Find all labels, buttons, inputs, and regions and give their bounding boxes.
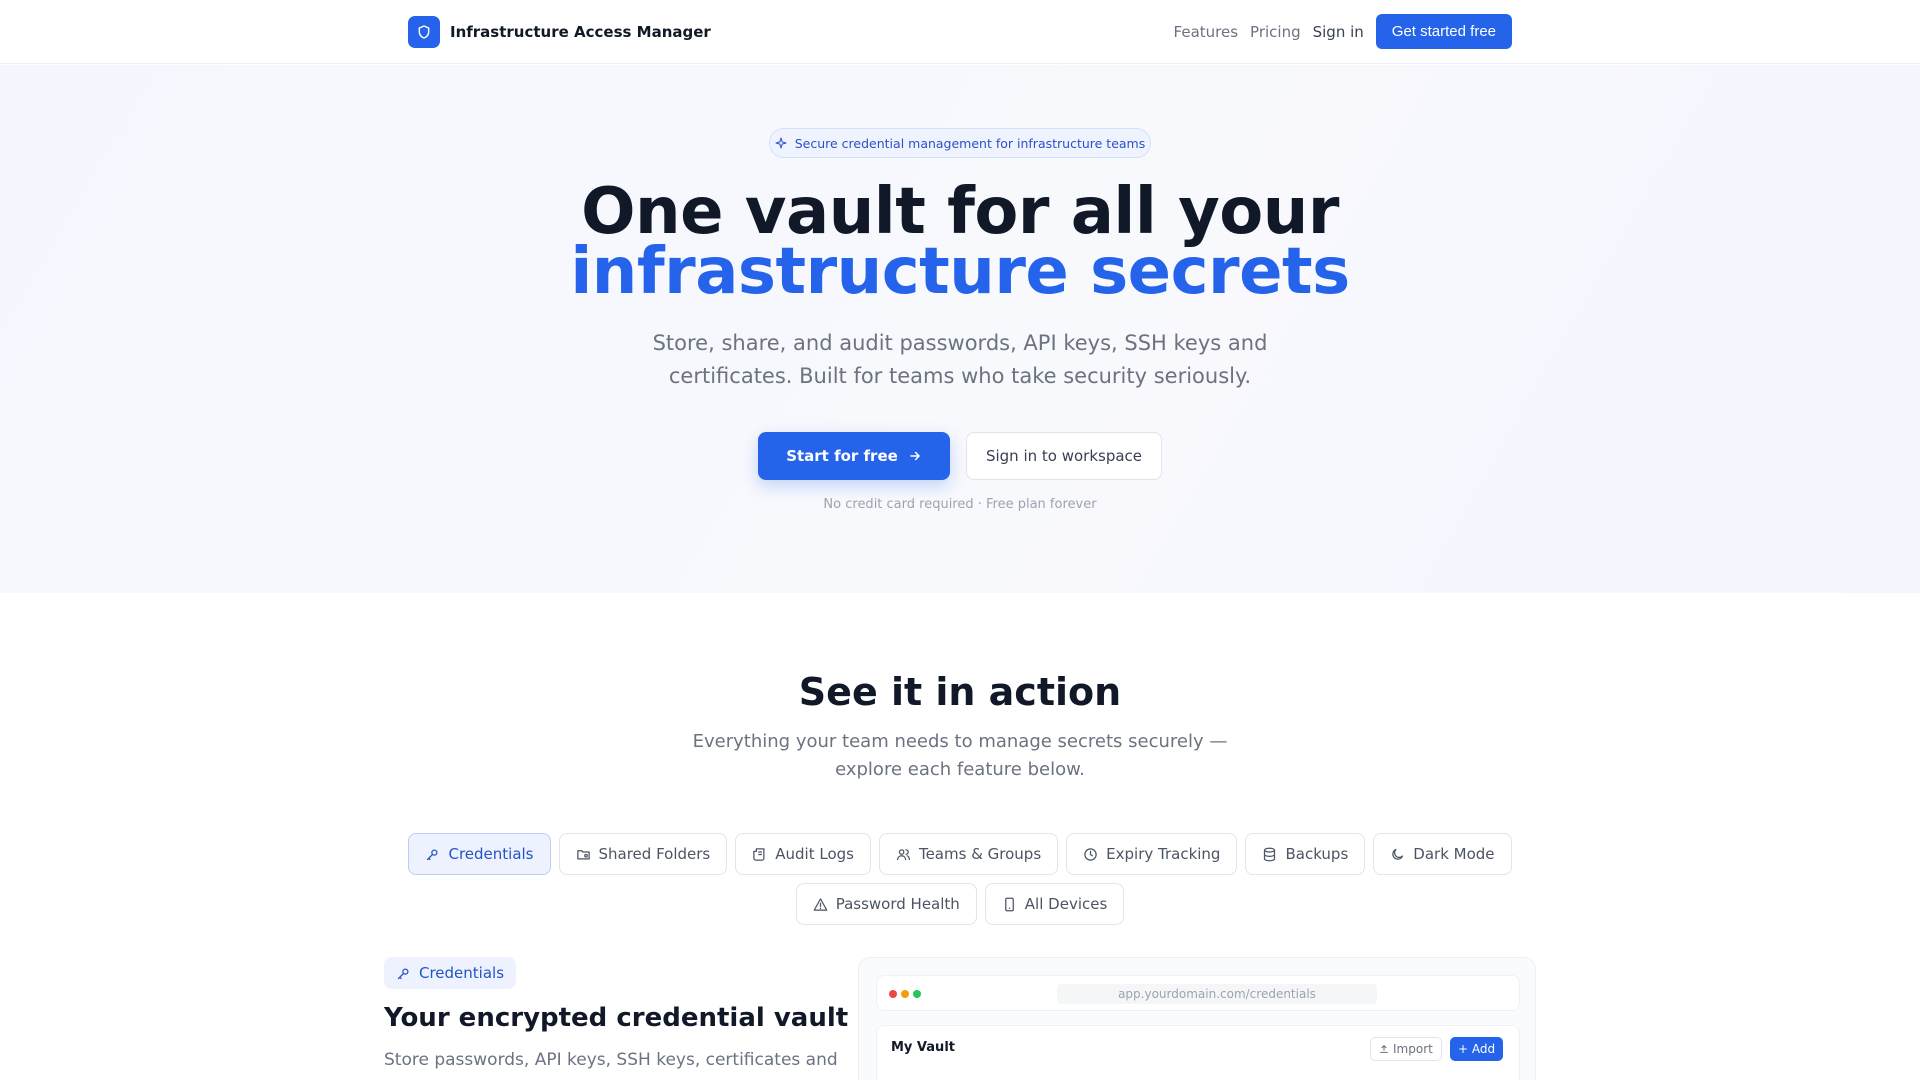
window-dot-green — [913, 990, 921, 998]
add-button[interactable]: + Add — [1450, 1037, 1504, 1061]
vault-panel: My Vault Import + Add — [876, 1025, 1520, 1080]
nav-link-features[interactable]: Features — [1174, 23, 1239, 41]
tab-dark-mode[interactable]: Dark Mode — [1373, 833, 1512, 875]
hero-section: Secure credential management for infrast… — [0, 65, 1920, 593]
smartphone-icon — [1004, 897, 1014, 911]
hero-badge: Secure credential management for infrast… — [769, 128, 1151, 158]
browser-bar: app.yourdomain.com/credentials — [876, 975, 1520, 1011]
feature-badge-label: Credentials — [419, 964, 505, 982]
tab-expiry-tracking[interactable]: Expiry Tracking — [1066, 833, 1238, 875]
brand-name: Infrastructure Access Manager — [450, 23, 711, 41]
tab-label: Audit Logs — [775, 845, 854, 863]
app-preview-mockup: app.yourdomain.com/credentials My Vault … — [858, 957, 1536, 1080]
feature-badge: Credentials — [384, 957, 517, 989]
section-subtitle: Everything your team needs to manage sec… — [692, 731, 1228, 780]
import-label: Import — [1393, 1042, 1433, 1056]
scroll-icon — [753, 847, 765, 861]
arrow-right-icon — [909, 451, 920, 461]
feature-tabs: Credentials Shared Folders Audit Logs Te… — [400, 833, 1520, 925]
hero-badge-text: Secure credential management for infrast… — [794, 135, 1146, 151]
top-navbar: Infrastructure Access Manager Features P… — [0, 0, 1920, 64]
hero-note: No credit card required · Free plan fore… — [823, 497, 1097, 512]
start-free-label: Start for free — [786, 447, 898, 465]
tab-label: Teams & Groups — [918, 845, 1042, 863]
folder-share-icon — [576, 849, 590, 859]
sign-in-workspace-button[interactable]: Sign in to workspace — [966, 432, 1162, 480]
import-button[interactable]: Import — [1370, 1037, 1442, 1061]
moon-icon — [1392, 848, 1404, 860]
tab-label: Shared Folders — [598, 845, 711, 863]
warning-icon — [813, 897, 828, 911]
feature-title: Your encrypted credential vault — [384, 1003, 849, 1033]
key-icon — [427, 849, 438, 860]
tab-backups[interactable]: Backups — [1245, 833, 1366, 875]
users-icon — [896, 848, 911, 860]
tab-label: Expiry Tracking — [1106, 845, 1221, 863]
tab-label: Backups — [1285, 845, 1349, 863]
tab-all-devices[interactable]: All Devices — [984, 883, 1125, 925]
upload-icon — [1380, 1044, 1388, 1053]
tab-teams-groups[interactable]: Teams & Groups — [878, 833, 1059, 875]
tab-label: Password Health — [835, 895, 960, 913]
feature-description: Store passwords, API keys, SSH keys, cer… — [384, 1050, 838, 1070]
nav-links: Features Pricing Sign in Get started fre… — [1174, 14, 1512, 49]
tab-label: Credentials — [448, 845, 534, 863]
tab-password-health[interactable]: Password Health — [795, 883, 977, 925]
hero-title-line2: infrastructure secrets — [570, 235, 1350, 309]
vault-title: My Vault — [891, 1040, 955, 1055]
sparkle-icon — [775, 137, 787, 149]
tab-label: All Devices — [1024, 895, 1108, 913]
clock-icon — [1084, 847, 1097, 861]
tab-credentials[interactable]: Credentials — [408, 833, 551, 875]
key-icon — [397, 968, 409, 979]
nav-link-sign-in[interactable]: Sign in — [1313, 23, 1364, 41]
start-free-button[interactable]: Start for free — [758, 432, 950, 480]
shield-logo-icon — [408, 16, 440, 48]
window-dot-yellow — [901, 990, 909, 998]
brand[interactable]: Infrastructure Access Manager — [408, 16, 711, 48]
tab-shared-folders[interactable]: Shared Folders — [558, 833, 728, 875]
nav-link-pricing[interactable]: Pricing — [1250, 23, 1301, 41]
database-icon — [1264, 847, 1276, 861]
get-started-button[interactable]: Get started free — [1375, 14, 1512, 49]
tab-label: Dark Mode — [1413, 845, 1495, 863]
section-title: See it in action — [798, 670, 1122, 714]
hero-title-line1: One vault for all your — [581, 175, 1339, 249]
window-dot-red — [889, 990, 897, 998]
url-bar: app.yourdomain.com/credentials — [1057, 984, 1377, 1004]
tab-audit-logs[interactable]: Audit Logs — [735, 833, 871, 875]
hero-subtitle: Store, share, and audit passwords, API k… — [652, 331, 1268, 388]
